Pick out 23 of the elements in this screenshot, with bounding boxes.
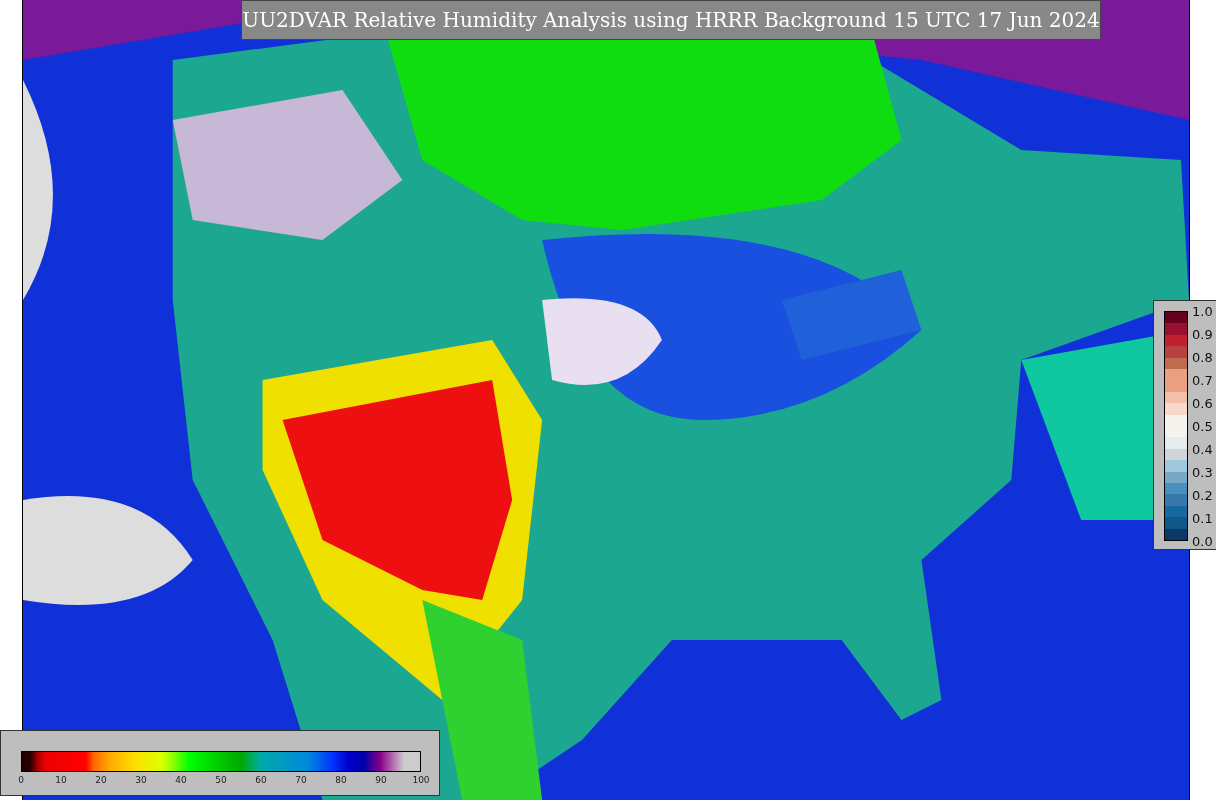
tick-label: 1.0 xyxy=(1192,303,1213,319)
tick-label: 30 xyxy=(135,775,147,785)
tick-label: 0.9 xyxy=(1192,326,1213,342)
tick-label: 10 xyxy=(55,775,67,785)
tick-label: 20 xyxy=(95,775,107,785)
tick-label: 50 xyxy=(215,775,227,785)
tick-label: 0.8 xyxy=(1192,349,1213,365)
tick-label: 0.7 xyxy=(1192,372,1213,388)
tick-label: 0.6 xyxy=(1192,395,1213,411)
tick-label: 0.4 xyxy=(1192,441,1213,457)
tick-label: 100 xyxy=(412,775,430,785)
tick-label: 0.1 xyxy=(1192,510,1213,526)
tick-label: 80 xyxy=(335,775,347,785)
tick-label: 90 xyxy=(375,775,387,785)
tick-label: 0.3 xyxy=(1192,464,1213,480)
tick-label: 0.0 xyxy=(1192,533,1213,549)
tick-label: 0 xyxy=(18,775,24,785)
tick-label: 0.2 xyxy=(1192,487,1213,503)
tick-label: 70 xyxy=(295,775,307,785)
map-title: UU2DVAR Relative Humidity Analysis using HRRR Background 15 UTC 17 Jun 2024 xyxy=(241,0,1101,40)
tick-label: 40 xyxy=(175,775,187,785)
tick-label: 60 xyxy=(255,775,267,785)
tick-label: 0.5 xyxy=(1192,418,1213,434)
